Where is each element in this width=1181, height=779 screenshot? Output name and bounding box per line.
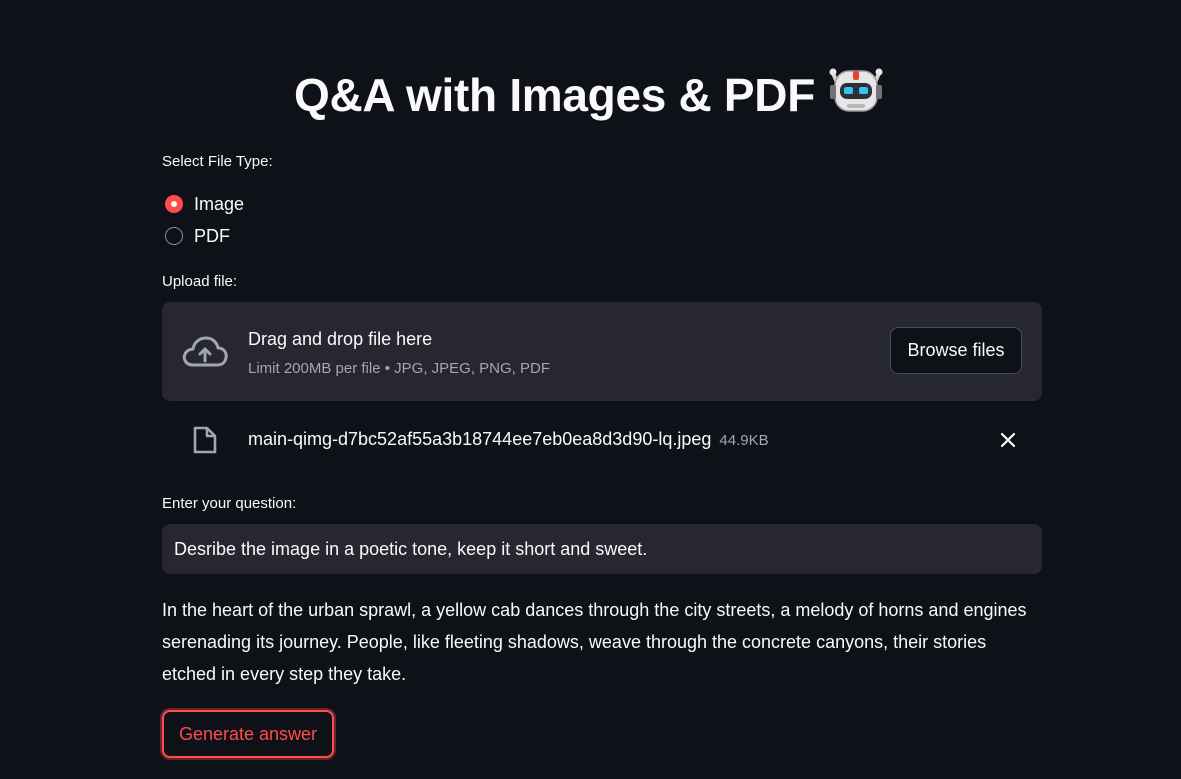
question-input[interactable]: Desribe the image in a poetic tone, keep… — [162, 524, 1042, 574]
browse-files-button[interactable]: Browse files — [890, 327, 1022, 374]
uploaded-file-size: 44.9KB — [719, 432, 769, 449]
upload-label: Upload file: — [162, 273, 238, 290]
radio-option-pdf[interactable]: PDF — [162, 220, 1042, 252]
file-dropzone[interactable]: Drag and drop file here Limit 200MB per … — [162, 302, 1042, 401]
uploaded-file-row: main-qimg-d7bc52af55a3b18744ee7eb0ea8d3d… — [162, 420, 1042, 460]
upload-section: Upload file: — [162, 272, 1042, 292]
uploaded-file-name: main-qimg-d7bc52af55a3b18744ee7eb0ea8d3d… — [248, 429, 712, 449]
dropzone-instructions: Drag and drop file here — [248, 329, 433, 349]
uploaded-file-info: main-qimg-d7bc52af55a3b18744ee7eb0ea8d3d… — [248, 427, 769, 453]
question-section: Enter your question: — [162, 494, 1042, 514]
answer-text: In the heart of the urban sprawl, a yell… — [162, 600, 1027, 684]
radio-option-label: PDF — [194, 225, 230, 246]
remove-file-close-icon[interactable] — [998, 430, 1018, 450]
file-type-label: Select File Type: — [162, 153, 273, 170]
page-title-text: Q&A with Images & PDF — [293, 69, 816, 121]
robot-icon — [825, 63, 887, 138]
radio-selected-icon[interactable] — [165, 195, 183, 213]
question-label: Enter your question: — [162, 495, 297, 512]
radio-option-label: Image — [194, 193, 245, 214]
file-type-section: Select File Type: Image PDF — [162, 152, 1042, 252]
app-page: Q&A with Images & PDF Select File Type: … — [0, 0, 1181, 779]
page-title: Q&A with Images & PDF — [0, 62, 1181, 138]
cloud-upload-icon — [180, 332, 230, 377]
file-icon — [192, 425, 218, 460]
generate-answer-button[interactable]: Generate answer — [162, 710, 334, 758]
dropzone-limit-text: Limit 200MB per file • JPG, JPEG, PNG, P… — [248, 360, 550, 377]
radio-option-image[interactable]: Image — [162, 188, 1042, 220]
radio-unselected-icon[interactable] — [165, 227, 183, 245]
